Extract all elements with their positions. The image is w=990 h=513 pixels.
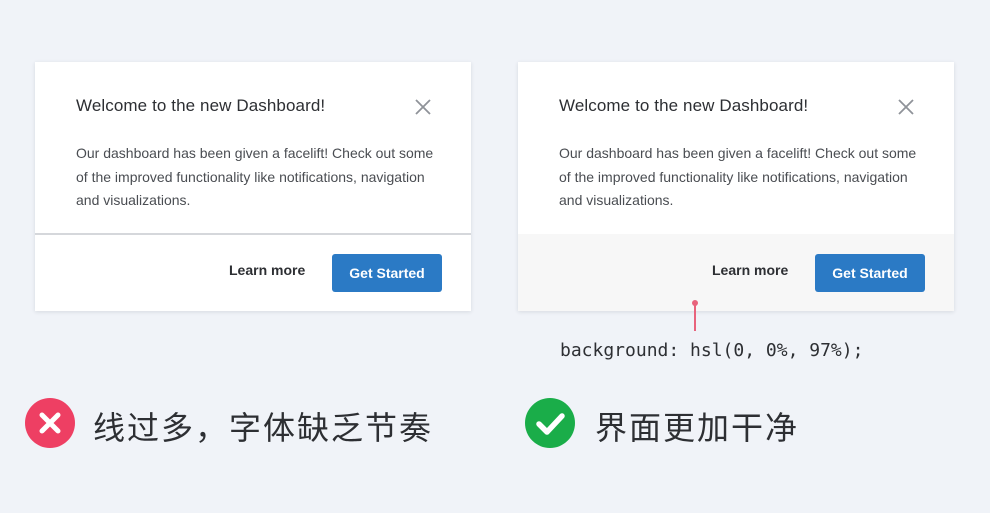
dialog-bad-example: Welcome to the new Dashboard! Our dashbo…	[35, 62, 471, 311]
verdict-bad-text: 线过多，字体缺乏节奏	[93, 409, 434, 447]
get-started-button[interactable]: Get Started	[815, 254, 925, 292]
verdict-good-text: 界面更加干净	[595, 409, 800, 447]
get-started-button[interactable]: Get Started	[332, 254, 442, 292]
learn-more-link[interactable]: Learn more	[712, 262, 788, 278]
learn-more-link[interactable]: Learn more	[229, 262, 305, 278]
annotation-code: background: hsl(0, 0%, 97%);	[560, 340, 864, 361]
close-icon[interactable]	[898, 99, 914, 115]
dialog-title: Welcome to the new Dashboard!	[559, 96, 809, 115]
checkmark-icon	[525, 398, 575, 448]
annotation-pointer-line	[694, 303, 696, 331]
close-icon[interactable]	[415, 99, 431, 115]
dialog-body-text: Our dashboard has been given a facelift!…	[76, 145, 434, 208]
dialog-body-text: Our dashboard has been given a facelift!…	[559, 145, 917, 208]
cross-icon	[25, 398, 75, 448]
dialog-title: Welcome to the new Dashboard!	[76, 96, 326, 115]
dialog-good-example: Welcome to the new Dashboard! Our dashbo…	[518, 62, 954, 311]
